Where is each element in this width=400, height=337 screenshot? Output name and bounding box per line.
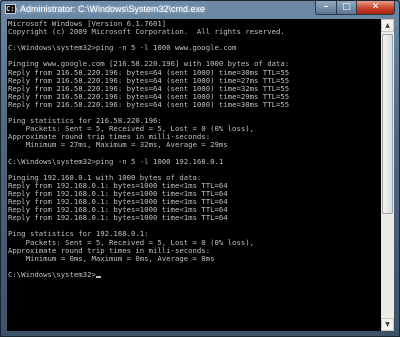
cmd-window: C:\ Administrator: C:\Windows\System32\c…: [0, 0, 400, 337]
scroll-thumb[interactable]: [382, 34, 393, 214]
window-title: Administrator: C:\Windows\System32\cmd.e…: [20, 4, 206, 14]
maximize-button[interactable]: □: [337, 1, 357, 15]
console-text[interactable]: Microsoft Windows [Version 6.1.7601] Cop…: [7, 19, 381, 279]
scroll-up-button[interactable]: ▲: [381, 19, 394, 32]
console-line: Reply from 192.168.0.1: bytes=1000 time<…: [8, 213, 228, 223]
text-cursor: [95, 275, 101, 278]
close-button[interactable]: ✕: [357, 1, 395, 15]
console-line: Minimum = 0ms, Maximum = 0ms, Average = …: [8, 253, 215, 263]
minimize-button[interactable]: –: [315, 1, 337, 15]
console-line: Copyright (c) 2009 Microsoft Corporation…: [8, 27, 285, 37]
console-line: C:\Windows\system32>: [8, 269, 96, 279]
console-line: C:\Windows\system32>ping -n 5 -l 1000 19…: [8, 156, 224, 166]
window-controls: – □ ✕: [315, 1, 395, 16]
console-line: C:\Windows\system32>ping -n 5 -l 1000 ww…: [8, 43, 237, 53]
window-bottom-border: [1, 331, 399, 337]
vertical-scrollbar[interactable]: ▲ ▼: [381, 19, 394, 331]
console-line: Minimum = 27ms, Maximum = 32ms, Average …: [8, 140, 228, 150]
console-output[interactable]: Microsoft Windows [Version 6.1.7601] Cop…: [7, 19, 381, 331]
console-line: Reply from 216.58.220.196: bytes=64 (sen…: [8, 99, 290, 109]
scroll-down-button[interactable]: ▼: [381, 318, 394, 331]
cmd-app-icon[interactable]: C:\: [5, 4, 19, 14]
title-bar[interactable]: C:\ Administrator: C:\Windows\System32\c…: [1, 1, 399, 19]
